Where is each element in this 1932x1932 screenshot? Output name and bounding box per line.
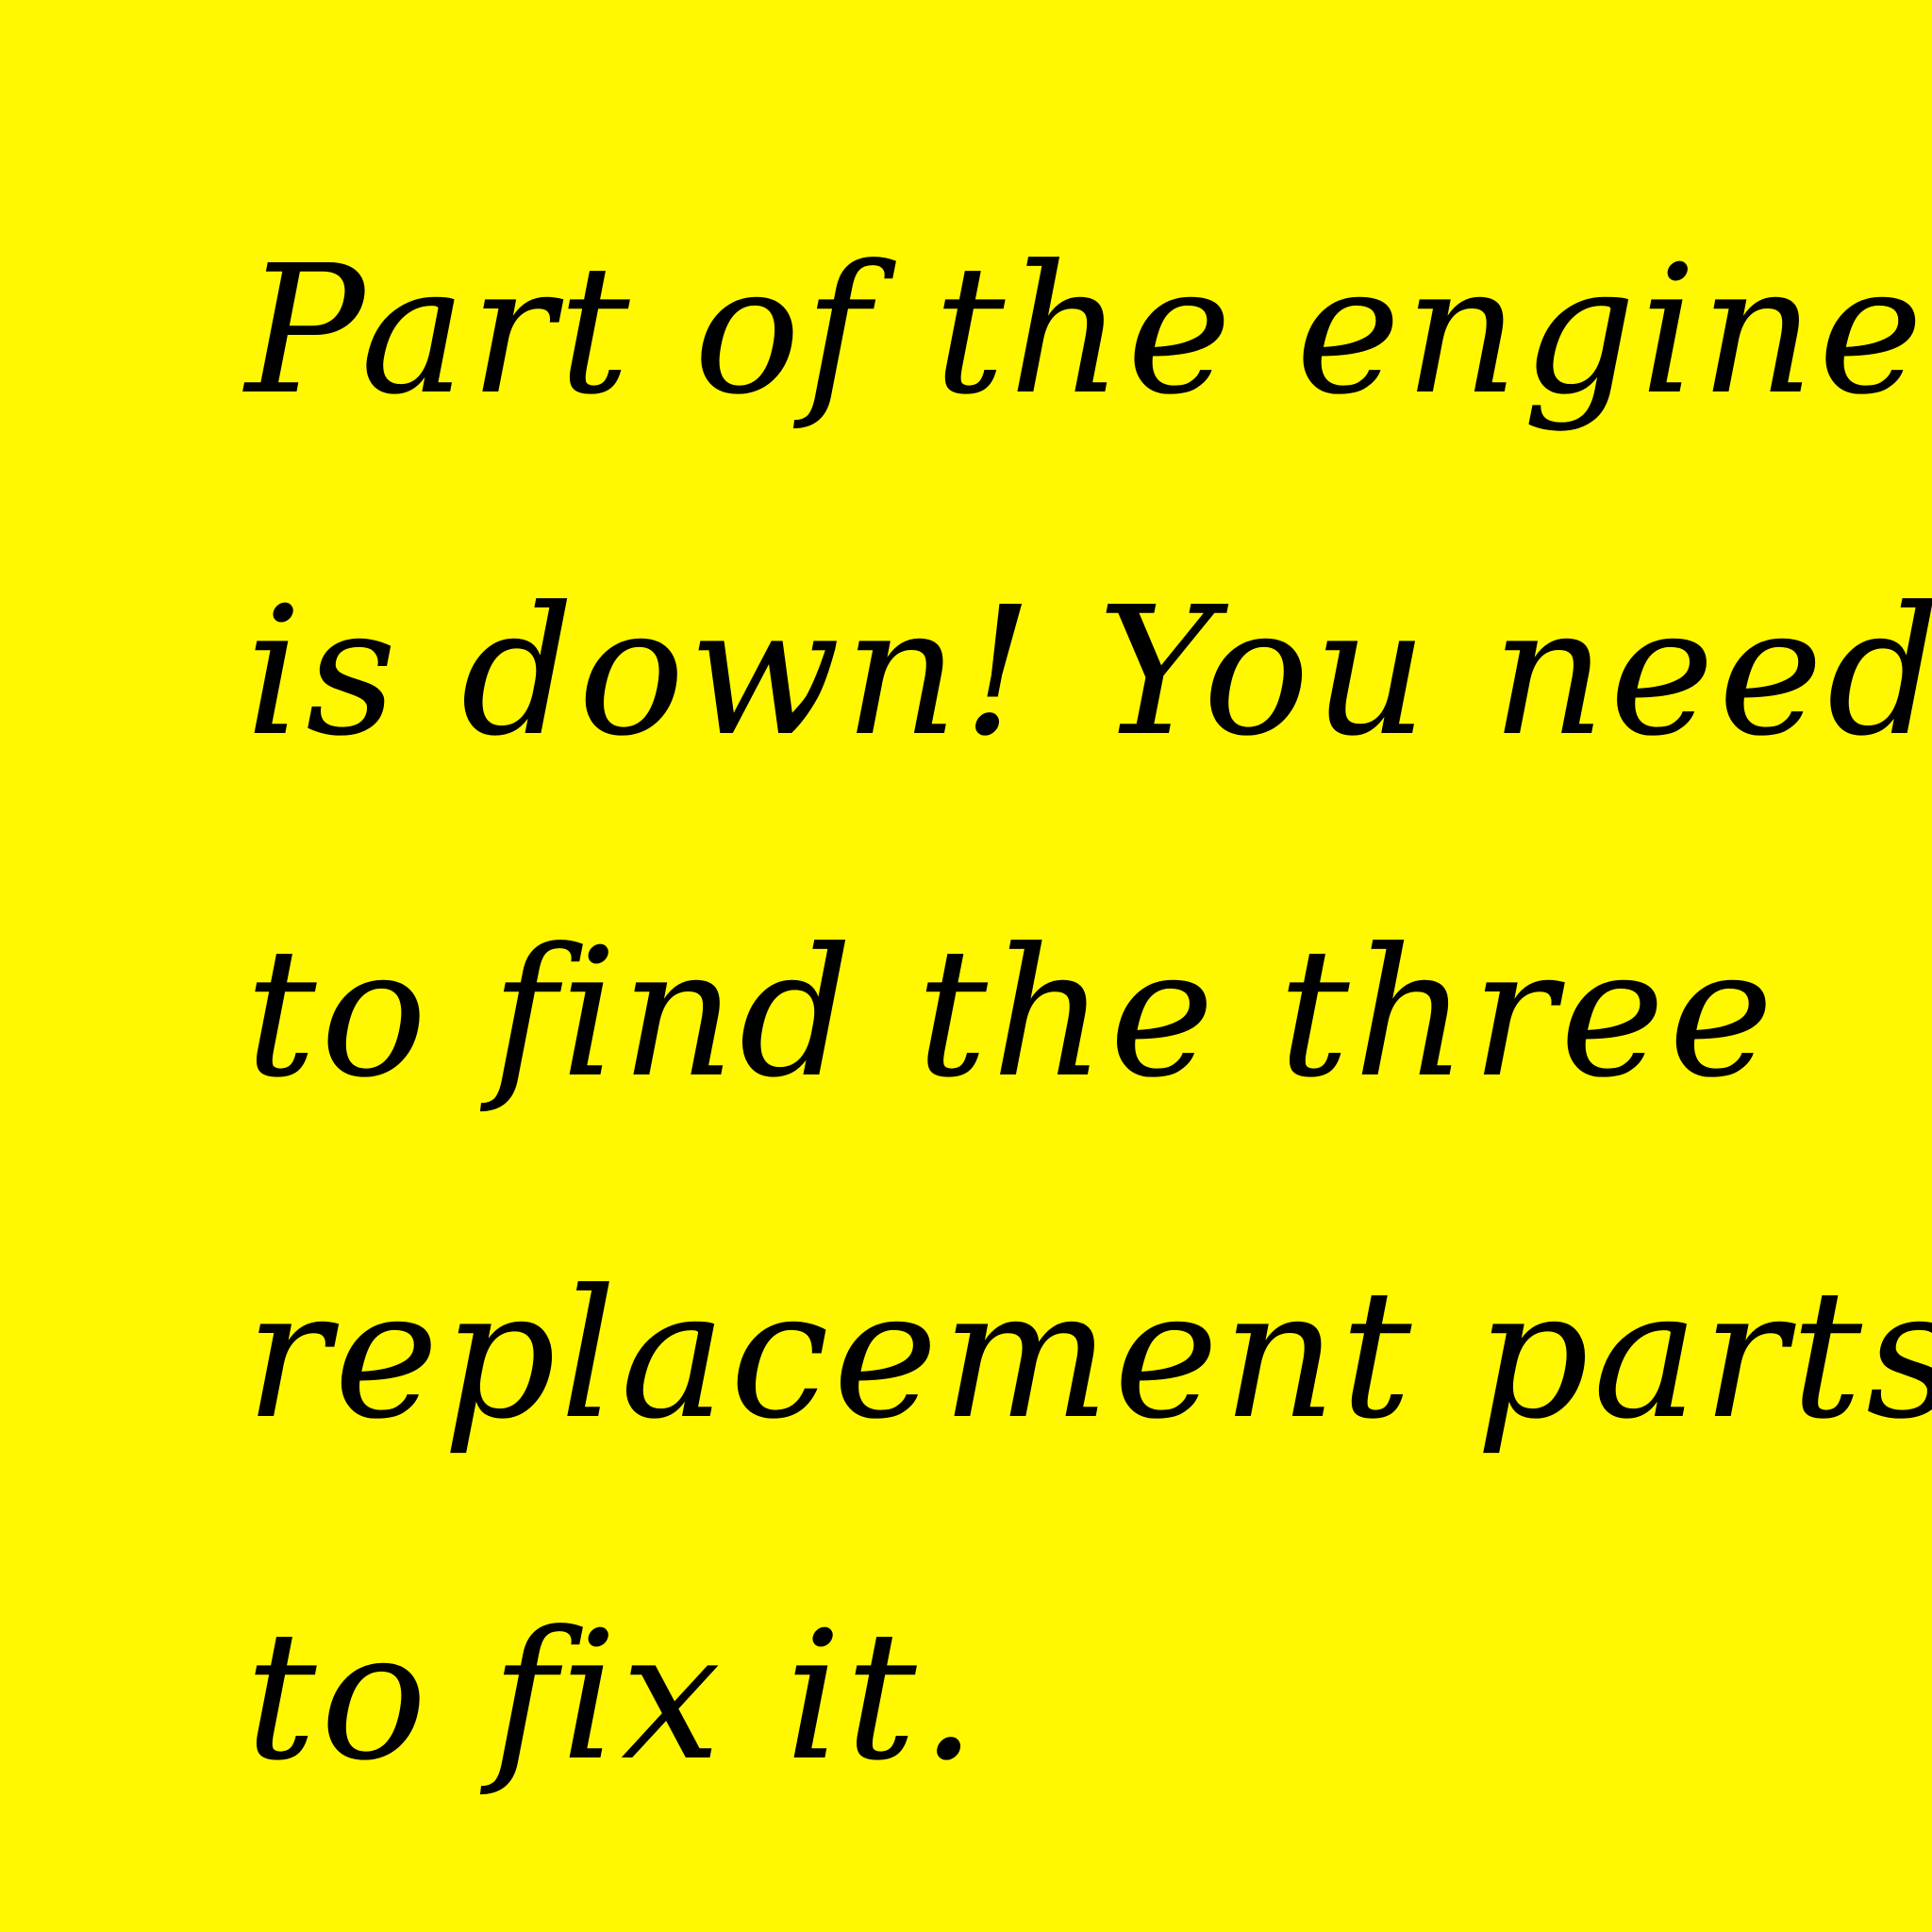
game-screen: Part of the engine is down! You need to … (0, 0, 1932, 1932)
message-line-4: replacement parts (245, 1252, 1932, 1458)
message-line-5: to fix it. (245, 1593, 981, 1800)
message-line-3: to find the three (245, 910, 1778, 1117)
message-line-2: is down! You need (245, 569, 1932, 775)
story-message: Part of the engine is down! You need to … (245, 160, 1932, 1868)
message-line-1: Part of the engine (245, 227, 1927, 434)
